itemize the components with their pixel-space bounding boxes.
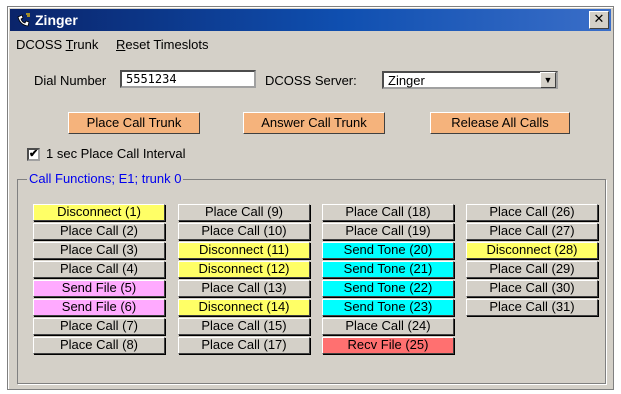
call-function-button[interactable]: Place Call (26) — [466, 204, 598, 221]
call-function-button[interactable]: Place Call (19) — [322, 223, 454, 240]
call-function-button[interactable]: Place Call (8) — [33, 337, 165, 354]
call-function-button[interactable]: Place Call (27) — [466, 223, 598, 240]
call-function-button[interactable]: Recv File (25) — [322, 337, 454, 354]
call-function-button[interactable]: Send File (6) — [33, 299, 165, 316]
phone-app-icon — [17, 13, 30, 27]
call-column-2: Place Call (9) Place Call (10) Disconnect … — [178, 204, 310, 356]
call-function-button[interactable]: Place Call (7) — [33, 318, 165, 335]
close-button[interactable]: ✕ — [589, 11, 609, 29]
place-call-interval-checkbox[interactable]: ✔ — [27, 148, 40, 161]
call-function-button[interactable]: Place Call (18) — [322, 204, 454, 221]
call-function-button[interactable]: Send Tone (22) — [322, 280, 454, 297]
call-column-4: Place Call (26) Place Call (27) Disconnect… — [466, 204, 598, 318]
call-function-button[interactable]: Place Call (9) — [178, 204, 310, 221]
title-bar[interactable]: Zinger ✕ — [10, 9, 611, 31]
place-call-trunk-button[interactable]: Place Call Trunk — [68, 112, 200, 134]
call-function-button[interactable]: Place Call (31) — [466, 299, 598, 316]
menu-bar: DCOSS Trunk Reset Timeslots — [16, 37, 222, 57]
call-function-button[interactable]: Place Call (15) — [178, 318, 310, 335]
call-function-button[interactable]: Place Call (29) — [466, 261, 598, 278]
call-column-1: Disconnect (1) Place Call (2) Place Call (… — [33, 204, 165, 356]
menu-reset-timeslots[interactable]: Reset Timeslots — [116, 37, 208, 52]
dcoss-server-label: DCOSS Server: — [265, 73, 357, 88]
place-call-interval-label: 1 sec Place Call Interval — [46, 146, 186, 161]
call-function-button[interactable]: Send Tone (21) — [322, 261, 454, 278]
call-function-button[interactable]: Place Call (24) — [322, 318, 454, 335]
call-function-button[interactable]: Place Call (17) — [178, 337, 310, 354]
call-function-button[interactable]: Place Call (13) — [178, 280, 310, 297]
chevron-down-icon[interactable]: ▼ — [540, 72, 556, 88]
release-all-calls-button[interactable]: Release All Calls — [430, 112, 570, 134]
checkmark-icon: ✔ — [29, 148, 39, 160]
dcoss-server-select[interactable]: Zinger — [382, 71, 558, 89]
answer-call-trunk-button[interactable]: Answer Call Trunk — [243, 112, 385, 134]
call-function-button[interactable]: Disconnect (28) — [466, 242, 598, 259]
call-function-button[interactable]: Send Tone (23) — [322, 299, 454, 316]
call-function-button[interactable]: Place Call (10) — [178, 223, 310, 240]
close-icon: ✕ — [593, 12, 605, 27]
app-window: Zinger ✕ DCOSS Trunk Reset Timeslots Dia… — [7, 6, 614, 390]
call-function-button[interactable]: Place Call (2) — [33, 223, 165, 240]
call-functions-group: Call Functions; E1; trunk 0 Disconnect (… — [17, 171, 606, 384]
call-function-button[interactable]: Disconnect (14) — [178, 299, 310, 316]
menu-dcoss-trunk[interactable]: DCOSS Trunk — [16, 37, 98, 52]
call-function-button[interactable]: Place Call (3) — [33, 242, 165, 259]
call-function-button[interactable]: Place Call (30) — [466, 280, 598, 297]
call-functions-group-label: Call Functions; E1; trunk 0 — [27, 171, 184, 186]
call-function-button[interactable]: Send File (5) — [33, 280, 165, 297]
call-function-button[interactable]: Disconnect (12) — [178, 261, 310, 278]
dial-number-input[interactable]: 5551234 — [120, 70, 256, 88]
window-title: Zinger — [35, 12, 78, 28]
dial-number-label: Dial Number — [34, 73, 107, 88]
call-column-3: Place Call (18) Place Call (19) Send Tone … — [322, 204, 454, 356]
call-function-button[interactable]: Send Tone (20) — [322, 242, 454, 259]
call-function-button[interactable]: Place Call (4) — [33, 261, 165, 278]
call-function-button[interactable]: Disconnect (11) — [178, 242, 310, 259]
call-function-button[interactable]: Disconnect (1) — [33, 204, 165, 221]
